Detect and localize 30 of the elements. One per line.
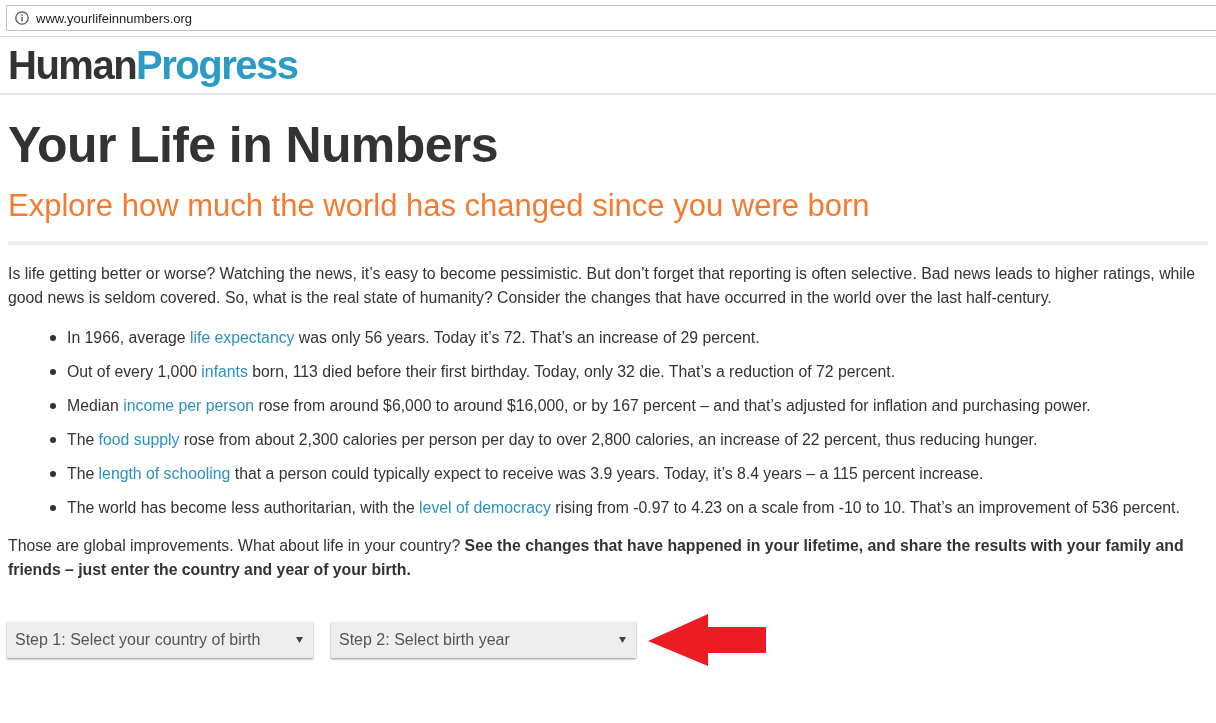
fact-text: Median income per person rose from around $6,000 to around $16,000, or by 167 percent – and that’s adjusted for inflation and purchasing power.: [67, 396, 1091, 416]
bullet-icon: [50, 335, 56, 341]
fact-link[interactable]: income per person: [123, 397, 255, 414]
fact-text: Out of every 1,000 infants born, 113 died before their first birthday. Today, only 32 die. That’s a reduction of 72 percent.: [67, 362, 896, 382]
fact-link[interactable]: level of democracy: [419, 499, 551, 516]
intro-paragraph: Is life getting better or worse? Watching the news, it’s easy to become pessimistic. But don’t forget that reporting is often selective. Bad news leads to higher ratings, while good news is seldom covered. So, what is the real state of humanity? Consider the changes that have occurred in the world over the last half-century.: [8, 264, 1197, 308]
bullet-icon: [50, 505, 56, 511]
logo[interactable]: HumanProgress: [8, 42, 298, 88]
info-icon[interactable]: [15, 11, 29, 25]
fact-link[interactable]: infants: [201, 363, 248, 380]
dropdown-select[interactable]: Step 2: Select birth year: [331, 622, 636, 658]
address-bar[interactable]: www.yourlifeinnumbers.org: [6, 5, 1216, 31]
page-subtitle: Explore how much the world has changed since you were born: [8, 187, 871, 225]
fact-text: The food supply rose from about 2,300 calories per person per day to over 2,800 calories, an increase of 22 percent, thus reducing hunger.: [67, 430, 1038, 450]
fact-link[interactable]: length of schooling: [98, 465, 231, 482]
dropdown-select[interactable]: Step 1: Select your country of birth: [7, 622, 313, 658]
fact-text: In 1966, average life expectancy was only 56 years. Today it’s 72. That’s an increase of 29 percent.: [67, 328, 760, 348]
fact-text: The world has become less authoritarian, with the level of democracy rising from -0.97 to 4.23 on a scale from -10 to 10. That’s an improvement of 536 percent.: [67, 498, 1180, 518]
bullet-icon: [50, 437, 56, 443]
left-arrow-icon: [648, 614, 766, 666]
bullet-icon: [50, 403, 56, 409]
caret-icon: [296, 637, 303, 643]
caret-icon: [619, 637, 626, 643]
bullet-icon: [50, 369, 56, 375]
page-title: Your Life in Numbers: [8, 116, 499, 175]
bullet-icon: [50, 471, 56, 477]
closing-paragraph: Those are global improvements. What about life in your country? See the changes that have happened in your lifetime, and share the results with your family and friends – just enter the country and year of your birth.: [8, 536, 1185, 580]
fact-text: The length of schooling that a person could typically expect to receive was 3.9 years. Today, it’s 8.4 years – a 115 percent increase.: [67, 464, 984, 484]
fact-link[interactable]: life expectancy: [189, 329, 295, 346]
fact-link[interactable]: food supply: [98, 431, 180, 448]
